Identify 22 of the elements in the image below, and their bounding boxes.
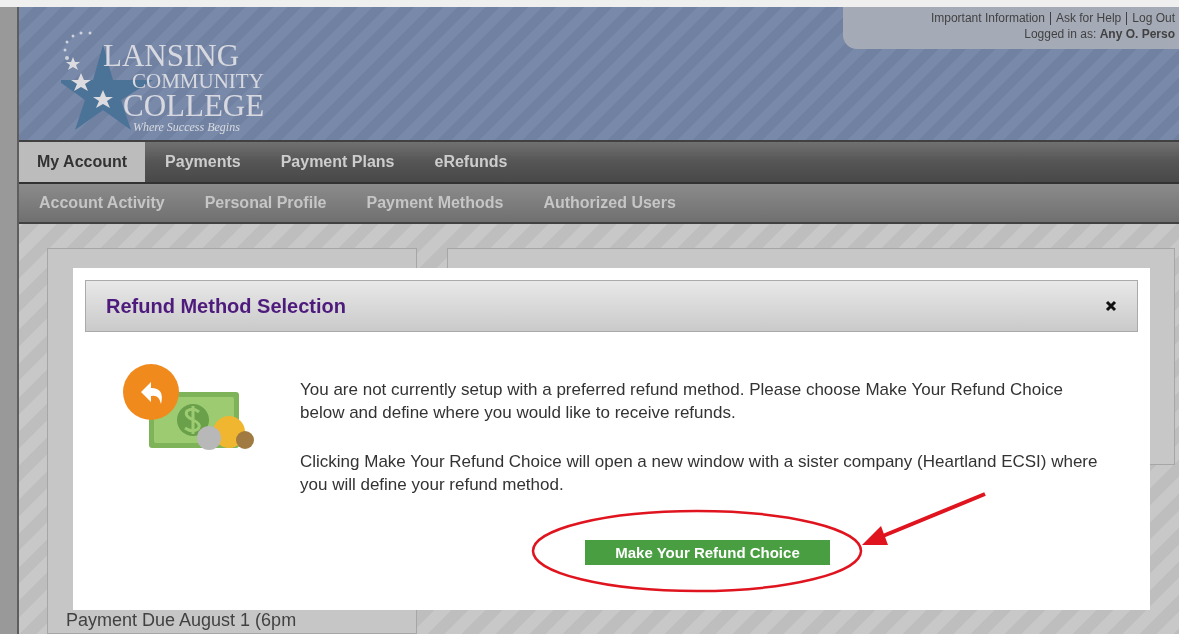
logged-in-text: Logged in as: Any O. Perso [1024,27,1175,41]
sub-nav-tab[interactable]: Payment Methods [346,194,524,212]
header-link[interactable]: Important Information [930,11,1045,25]
payment-due-text: Payment Due August 1 (6pm [66,610,298,632]
nav-tab[interactable]: My Account [19,142,146,182]
logo-text: LANSING [103,40,241,71]
header-link[interactable]: Log Out [1132,11,1175,25]
logo-text: COMMUNITY [132,71,265,92]
logo-text: COLLEGE [123,90,265,121]
nav-tab[interactable]: Payment Plans [260,142,415,182]
nav-tab[interactable]: eRefunds [414,142,528,182]
modal-title: Refund Method Selection [106,294,346,318]
make-refund-choice-button[interactable]: Make Your Refund Choice [585,540,830,565]
sub-nav-tab[interactable]: Personal Profile [184,194,347,212]
modal-paragraph: You are not currently setup with a preferred refund method. Please choose Make Your Refund Choice below and define where you would like to receive refunds. [300,379,1064,424]
modal-paragraph: Clicking Make Your Refund Choice will open a new window with a sister company (Heartland ECSI) where you will define your refund method. [300,451,1099,496]
sub-nav-tab[interactable]: Account Activity [19,194,185,212]
logo-tagline: Where Success Begins [133,121,241,133]
header-link[interactable]: Ask for Help [1055,11,1122,25]
nav-tab[interactable]: Payments [145,142,261,182]
sub-nav-tab[interactable]: Authorized Users [523,194,696,212]
close-icon[interactable] [1105,300,1117,312]
